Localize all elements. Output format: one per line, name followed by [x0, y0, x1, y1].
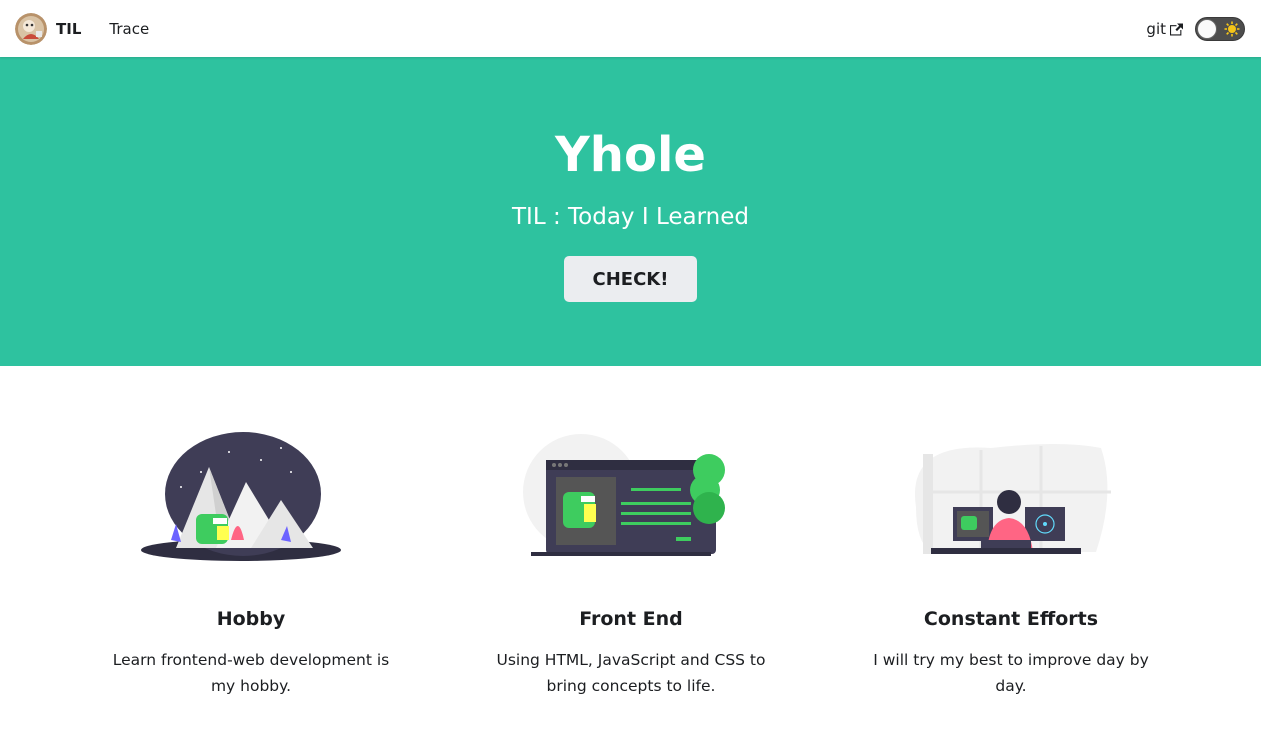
developer-desk-illustration — [901, 432, 1121, 562]
git-link[interactable]: git — [1146, 20, 1183, 38]
brand-title: TIL — [56, 19, 82, 38]
nav-link-trace[interactable]: Trace — [109, 20, 149, 38]
feature-description: Learn frontend-web development is my hob… — [112, 651, 390, 695]
features-section: Hobby Learn frontend-web development is … — [0, 366, 1261, 747]
browser-dino-illustration — [521, 432, 741, 562]
avatar — [15, 12, 47, 45]
brand-link[interactable]: TIL — [15, 12, 82, 45]
hero-title: Yhole — [555, 127, 706, 183]
hero-banner: Yhole TIL : Today I Learned CHECK! — [0, 57, 1261, 366]
mountain-dino-illustration — [141, 432, 361, 562]
feature-description: I will try my best to improve day by day… — [873, 651, 1149, 695]
sun-icon — [1224, 21, 1240, 37]
navbar-right: git — [1146, 16, 1245, 41]
check-button[interactable]: CHECK! — [564, 256, 697, 302]
hero-subtitle: TIL : Today I Learned — [512, 204, 749, 230]
feature-description: Using HTML, JavaScript and CSS to bring … — [496, 651, 766, 695]
git-link-label: git — [1146, 19, 1166, 38]
toggle-thumb — [1197, 18, 1217, 39]
navbar: TIL Trace git — [0, 0, 1261, 57]
feature-title: Front End — [579, 608, 683, 630]
theme-toggle[interactable] — [1195, 16, 1245, 41]
feature-title: Hobby — [216, 608, 286, 630]
external-link-icon — [1170, 22, 1183, 36]
feature-title: Constant Efforts — [923, 608, 1099, 630]
